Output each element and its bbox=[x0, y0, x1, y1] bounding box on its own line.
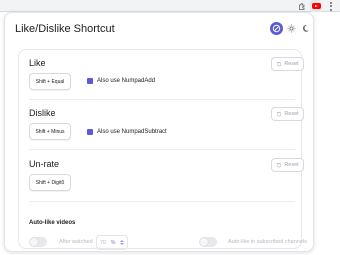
dislike-numpad-checkbox[interactable] bbox=[87, 129, 93, 135]
theme-dark-button[interactable] bbox=[300, 22, 313, 35]
theme-light-button[interactable] bbox=[285, 22, 298, 35]
section-divider bbox=[29, 201, 295, 202]
dislike-section-title: Dislike bbox=[29, 108, 56, 118]
dislike-numpad-label: Also use NumpadSubtract bbox=[97, 129, 167, 135]
reset-icon bbox=[277, 111, 282, 117]
page-title: Like/Dislike Shortcut bbox=[15, 23, 115, 35]
subscribed-channels-toggle[interactable] bbox=[199, 237, 217, 247]
section-divider bbox=[29, 99, 295, 100]
like-reset-button[interactable]: Reset bbox=[271, 57, 304, 71]
extension-popup: Like/Dislike Shortcut Like Reset Shift +… bbox=[4, 12, 314, 252]
after-watched-label: After watched bbox=[59, 239, 93, 245]
after-watched-toggle[interactable] bbox=[29, 237, 47, 247]
watched-percent-value: 70 bbox=[100, 239, 107, 246]
browser-toolbar bbox=[0, 0, 340, 12]
youtube-logo-icon[interactable] bbox=[310, 0, 322, 12]
puzzle-icon[interactable] bbox=[296, 0, 308, 12]
like-numpad-option: Also use NumpadAdd bbox=[87, 78, 155, 84]
unrate-reset-button[interactable]: Reset bbox=[271, 158, 304, 172]
auto-like-title: Auto-like videos bbox=[29, 220, 76, 226]
reset-label: Reset bbox=[284, 111, 299, 117]
sun-icon bbox=[287, 24, 296, 33]
reset-icon bbox=[277, 61, 282, 67]
more-vert-icon[interactable] bbox=[325, 0, 337, 12]
percent-stepper-icon[interactable] bbox=[119, 240, 124, 245]
dislike-shortcut-button[interactable]: Shift + Minus bbox=[29, 123, 71, 140]
unrate-shortcut-button[interactable]: Shift + Digit0 bbox=[29, 174, 71, 191]
theme-auto-button[interactable] bbox=[270, 22, 283, 35]
like-numpad-checkbox[interactable] bbox=[87, 78, 93, 84]
section-divider bbox=[29, 149, 295, 150]
like-numpad-label: Also use NumpadAdd bbox=[97, 78, 156, 84]
reset-label: Reset bbox=[284, 61, 299, 67]
unrate-section-title: Un-rate bbox=[29, 159, 60, 169]
theme-switcher bbox=[270, 22, 313, 35]
watched-percent-input[interactable]: 70 % bbox=[96, 235, 128, 250]
moon-icon bbox=[302, 24, 309, 32]
settings-card: Like Reset Shift + Equal Also use Numpad… bbox=[18, 49, 307, 250]
like-shortcut-button[interactable]: Shift + Equal bbox=[29, 73, 71, 90]
subscribed-channels-label: Auto-like in subscribed channels bbox=[228, 239, 307, 245]
reset-icon bbox=[277, 162, 282, 168]
auto-theme-icon bbox=[272, 24, 281, 33]
dislike-numpad-option: Also use NumpadSubtract bbox=[87, 129, 167, 135]
like-section-title: Like bbox=[29, 58, 46, 68]
percent-unit: % bbox=[110, 239, 116, 246]
dislike-reset-button[interactable]: Reset bbox=[271, 107, 304, 121]
reset-label: Reset bbox=[284, 162, 299, 168]
